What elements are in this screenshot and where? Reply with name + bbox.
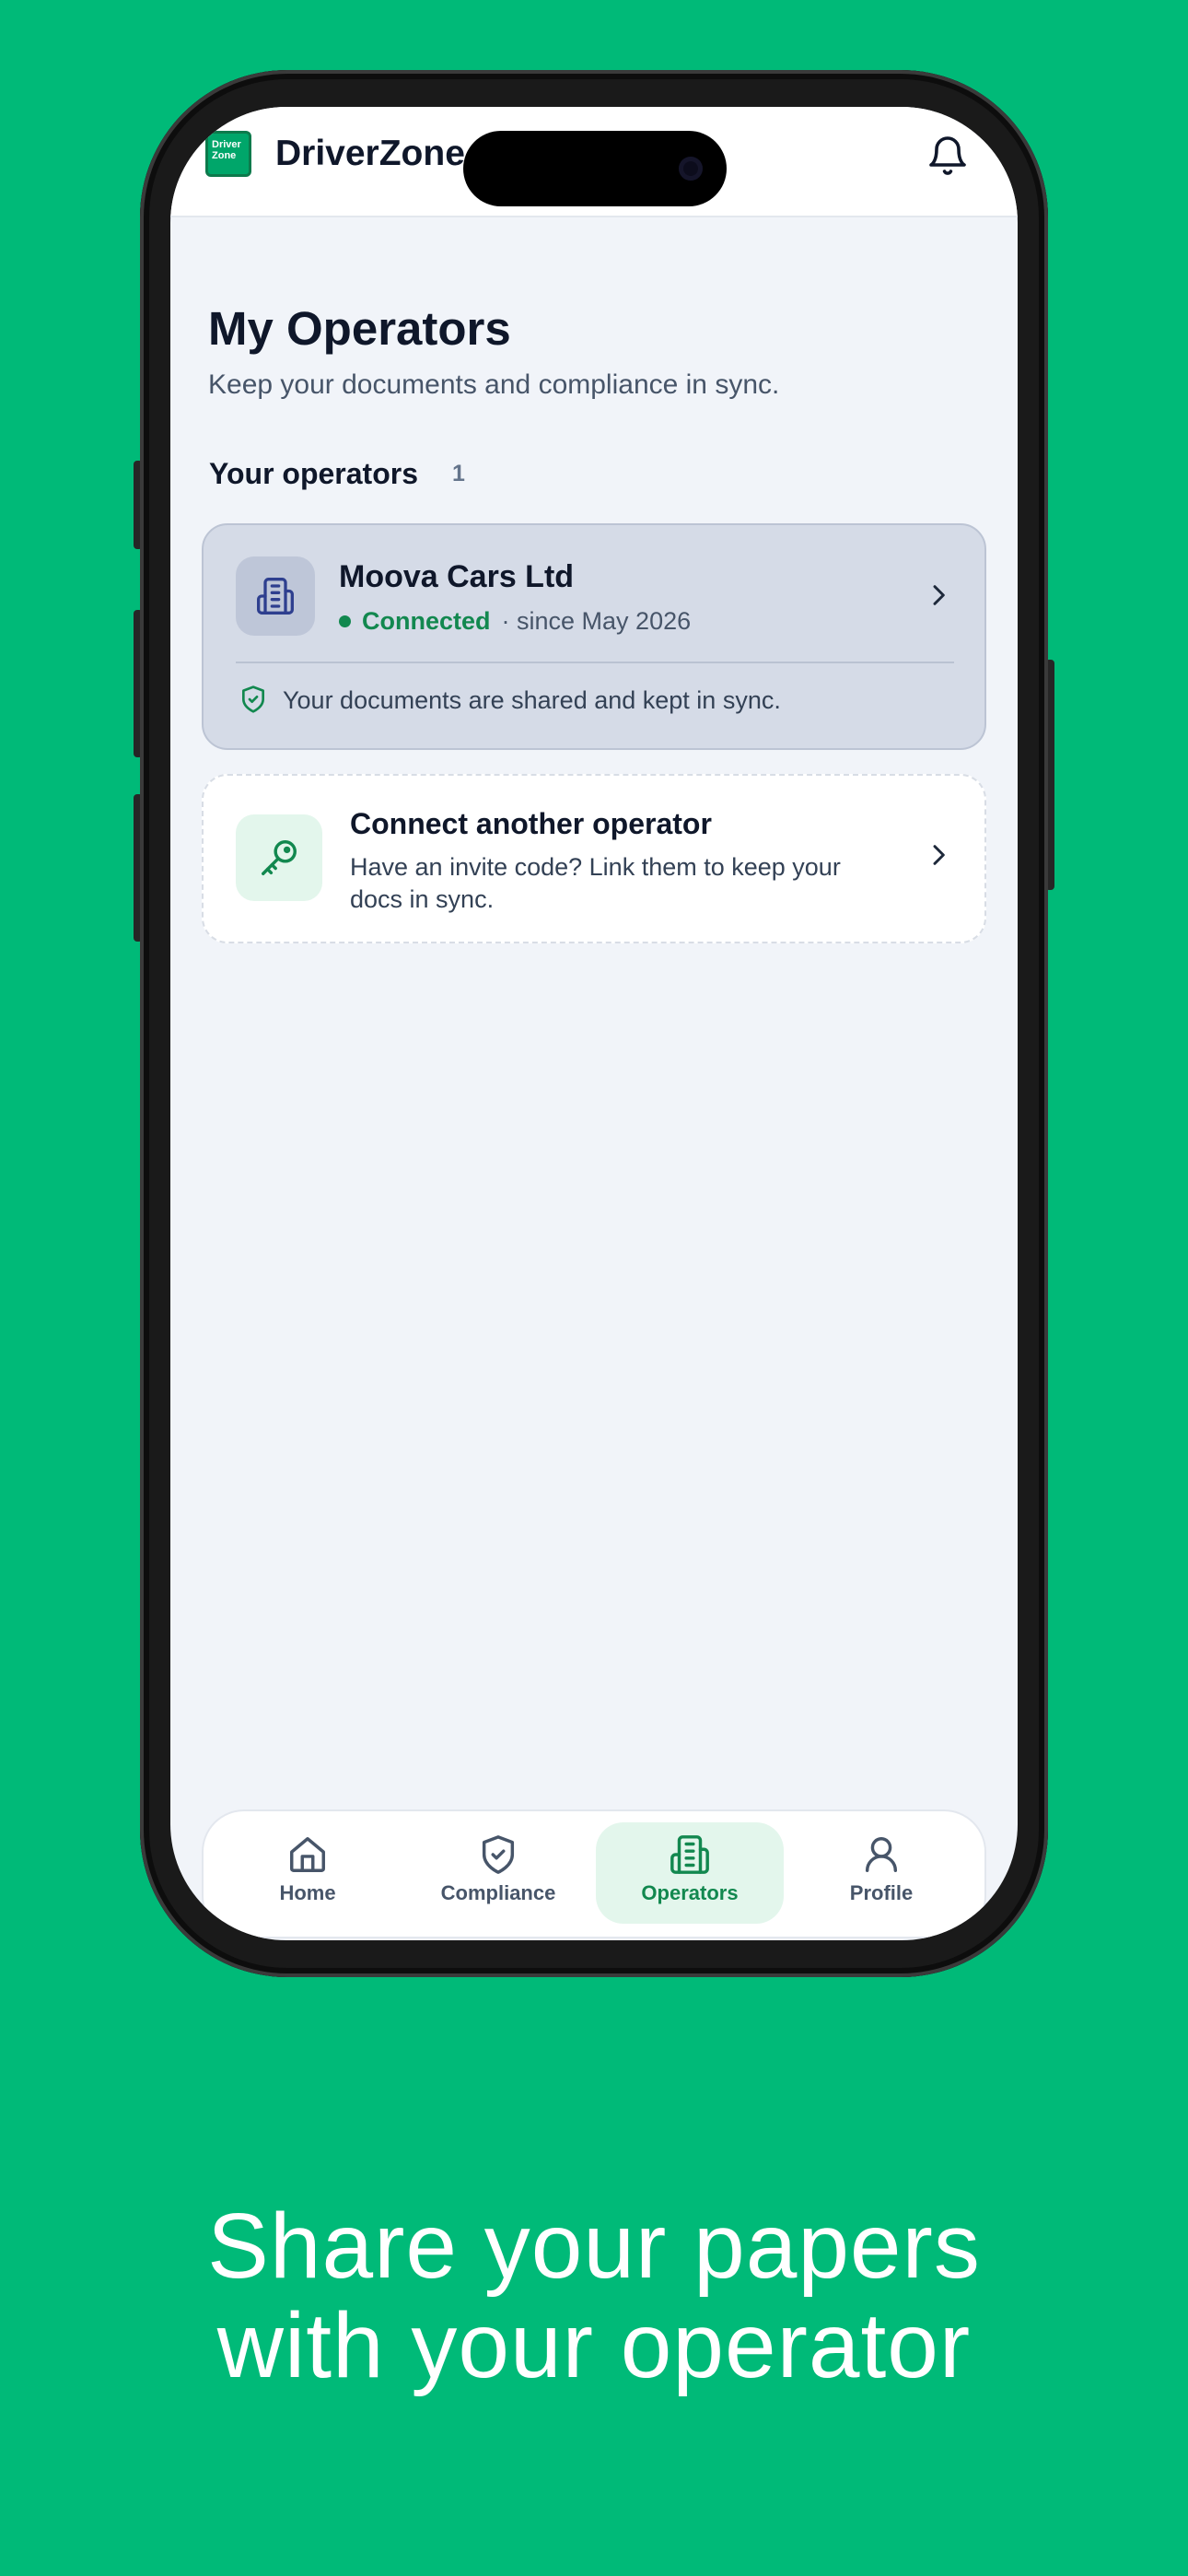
connect-title: Connect another operator [350, 807, 712, 840]
camera-icon [679, 157, 703, 181]
operator-status-row: Connected · since May 2026 [339, 603, 691, 639]
home-icon [290, 1837, 325, 1872]
building-icon [670, 1835, 709, 1874]
operator-name: Moova Cars Ltd [339, 559, 575, 594]
app-header: Driver Zone DriverZone [170, 107, 1018, 217]
connect-operator-card[interactable]: Connect another operator Have an invite … [202, 774, 986, 943]
app-logo-line-1: Driver [212, 139, 241, 150]
caption-line-1: Share your papers [207, 2195, 981, 2298]
user-icon [865, 1837, 898, 1872]
connect-description: Have an invite code? Link them to keep y… [350, 853, 841, 913]
bottom-nav: Home Compliance Operators Profile [202, 1809, 986, 1938]
nav-item-compliance[interactable]: Compliance [404, 1822, 592, 1924]
nav-item-profile[interactable]: Profile [787, 1822, 975, 1924]
nav-label-home: Home [279, 1881, 336, 1904]
nav-item-home[interactable]: Home [214, 1822, 402, 1924]
shield-check-icon [482, 1835, 515, 1874]
app-logo-line-2: Zone [212, 150, 237, 161]
page-subtitle: Keep your documents and compliance in sy… [208, 369, 780, 400]
app-name: DriverZone [275, 134, 465, 173]
status-badge: Connected [362, 606, 491, 635]
divider [236, 662, 954, 663]
caption-line-2: with your operator [216, 2294, 972, 2397]
nav-item-operators[interactable]: Operators [596, 1822, 784, 1924]
key-icon-box [236, 814, 322, 901]
bell-icon [929, 136, 966, 175]
chevron-right-icon [933, 585, 945, 605]
nav-label-profile: Profile [849, 1881, 914, 1904]
page-title: My Operators [208, 302, 511, 355]
key-icon [262, 840, 297, 875]
status-dot-icon [339, 615, 351, 627]
notifications-button[interactable] [926, 131, 970, 181]
operator-count-badge: 1 [452, 461, 465, 486]
marketing-caption: Share your papers with your operator [0, 2196, 1188, 2395]
operator-card[interactable]: Moova Cars Ltd Connected · since May 202… [202, 523, 986, 750]
phone-screen: Driver Zone DriverZone My Operators Keep… [170, 107, 1018, 1940]
shield-check-icon [242, 685, 264, 713]
dynamic-island [463, 131, 727, 206]
operator-avatar [236, 556, 315, 636]
chevron-right-icon [933, 845, 945, 865]
app-logo: Driver Zone [205, 131, 251, 177]
nav-label-operators: Operators [641, 1881, 739, 1904]
connected-since: · since May 2026 [501, 606, 692, 635]
sync-note: Your documents are shared and kept in sy… [283, 686, 781, 714]
nav-label-compliance: Compliance [440, 1881, 556, 1904]
section-label: Your operators [209, 457, 418, 490]
building-icon [257, 578, 294, 615]
